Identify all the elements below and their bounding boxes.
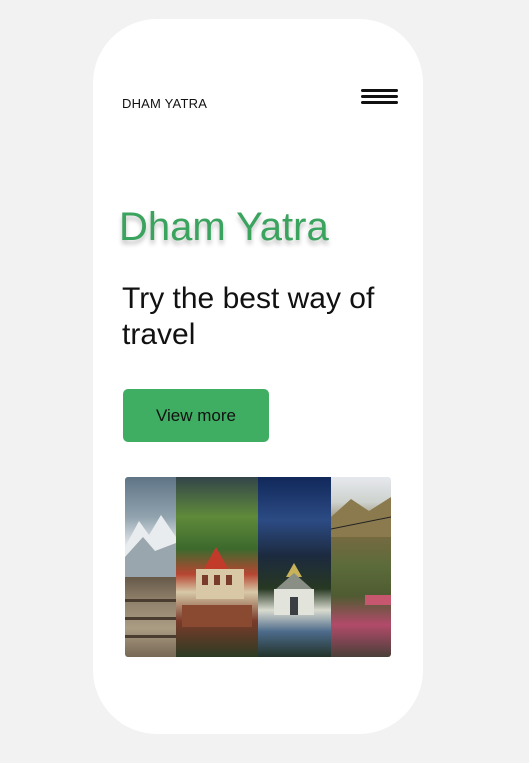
hero-title: Dham Yatra	[119, 205, 329, 249]
hero-tagline: Try the best way of travel	[122, 282, 375, 351]
destination-gallery	[125, 477, 391, 657]
temple-illustration	[182, 547, 252, 627]
valley-illustration	[331, 497, 391, 605]
brand-name: DHAM YATRA	[122, 96, 208, 111]
mountain-illustration	[125, 515, 176, 638]
gallery-image-kedarnath-temple	[258, 477, 331, 657]
menu-bar	[361, 89, 398, 93]
menu-bar	[361, 95, 398, 99]
temple-illustration	[274, 563, 314, 615]
phone-frame: DHAM YATRA Dham Yatra Try the best way o…	[93, 19, 423, 734]
gallery-image-badrinath-temple	[176, 477, 258, 657]
gallery-image-valley-bridge	[331, 477, 391, 657]
menu-bar	[361, 101, 398, 105]
view-more-button[interactable]: View more	[123, 389, 269, 442]
hamburger-menu-icon[interactable]	[361, 89, 399, 109]
gallery-image-mountain-ghat	[125, 477, 176, 657]
